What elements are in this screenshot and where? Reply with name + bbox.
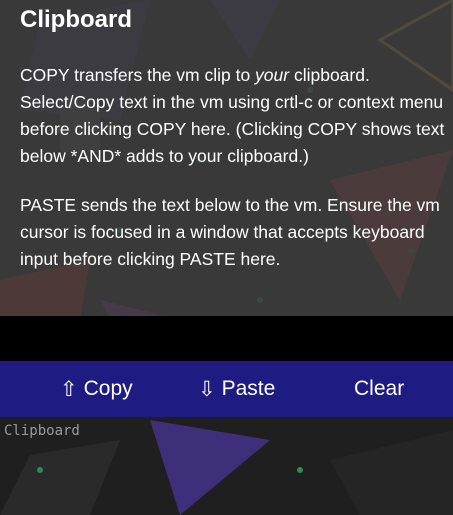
clipboard-textarea[interactable] — [0, 417, 453, 515]
copy-instructions-start: COPY transfers the vm clip to — [20, 65, 256, 85]
paste-button-label: Paste — [221, 377, 276, 400]
clear-button[interactable]: Clear — [354, 361, 404, 417]
copy-button[interactable]: ⇧ Copy — [60, 361, 133, 417]
clear-button-label: Clear — [354, 377, 405, 400]
download-arrow-icon: ⇩ — [198, 377, 216, 401]
copy-button-label: Copy — [83, 377, 133, 400]
paste-button[interactable]: ⇩ Paste — [198, 361, 275, 417]
copy-instructions: COPY transfers the vm clip to your clipb… — [20, 62, 452, 170]
clipboard-toolbar: ⇧ Copy ⇩ Paste Clear — [0, 361, 453, 417]
copy-instructions-emphasis: your — [255, 65, 290, 85]
upload-arrow-icon: ⇧ — [60, 377, 78, 401]
page-title: Clipboard — [20, 6, 132, 33]
spacer-band — [0, 316, 453, 361]
paste-instructions: PASTE sends the text below to the vm. En… — [20, 195, 440, 269]
